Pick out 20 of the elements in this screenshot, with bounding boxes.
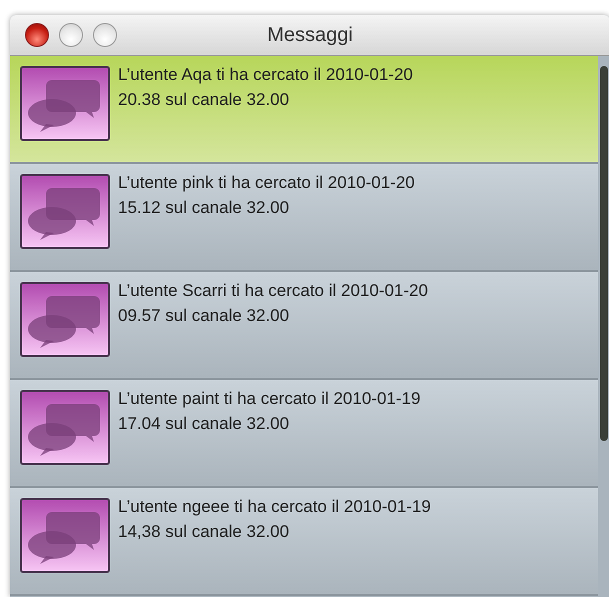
message-text: L’utente Aqa ti ha cercato il 2010-01-20 20.38 sul canale 32.00 xyxy=(118,64,413,111)
message-text: L’utente pink ti ha cercato il 2010-01-20 15.12 sul canale 32.00 xyxy=(118,172,415,219)
minimize-button[interactable] xyxy=(59,23,83,47)
chat-bubbles-icon xyxy=(20,66,110,141)
chat-bubbles-icon xyxy=(20,390,110,465)
chat-bubbles-icon xyxy=(20,498,110,573)
message-row[interactable]: L’utente Aqa ti ha cercato il 2010-01-20 20.38 sul canale 32.00 xyxy=(10,56,598,164)
chat-bubbles-icon xyxy=(20,282,110,357)
message-text: L’utente ngeee ti ha cercato il 2010-01-19 14,38 sul canale 32.00 xyxy=(118,496,431,543)
scrollbar-thumb[interactable] xyxy=(600,66,608,441)
zoom-button[interactable] xyxy=(93,23,117,47)
message-row[interactable]: L’utente paint ti ha cercato il 2010-01-19 17.04 sul canale 32.00 xyxy=(10,380,598,488)
close-button[interactable] xyxy=(25,23,49,47)
window-title: Messaggi xyxy=(267,24,353,46)
message-text: L’utente Scarri ti ha cercato il 2010-01-20 09.57 sul canale 32.00 xyxy=(118,280,428,327)
message-row[interactable]: L’utente Scarri ti ha cercato il 2010-01-20 09.57 sul canale 32.00 xyxy=(10,272,598,380)
message-row[interactable]: L’utente pink ti ha cercato il 2010-01-20 15.12 sul canale 32.00 xyxy=(10,164,598,272)
message-row[interactable]: L’utente ngeee ti ha cercato il 2010-01-19 14,38 sul canale 32.00 xyxy=(10,488,598,596)
message-text: L’utente paint ti ha cercato il 2010-01-19 17.04 sul canale 32.00 xyxy=(118,388,420,435)
chat-bubbles-icon xyxy=(20,174,110,249)
